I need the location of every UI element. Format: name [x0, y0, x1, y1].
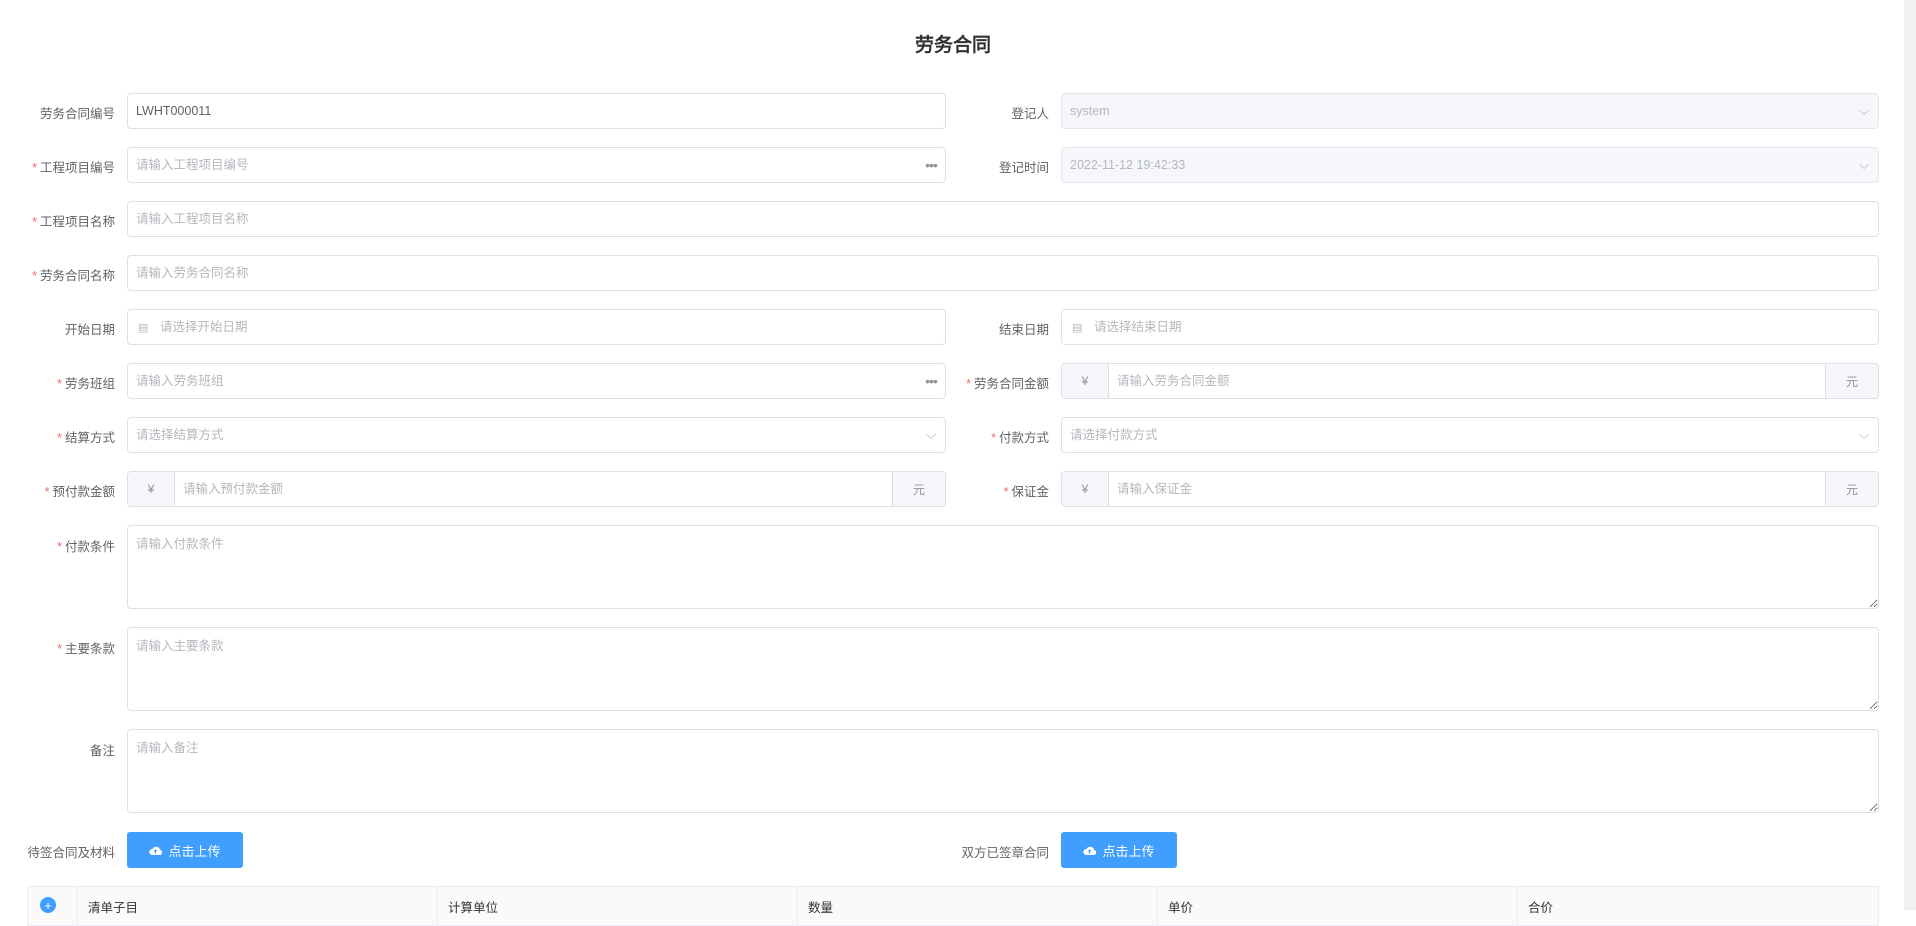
main-terms-textarea[interactable] [127, 627, 1879, 711]
payment-terms-label: * 付款条件 [57, 540, 115, 554]
items-table-header: + 清单子目 计算单位 数量 单价 合价 [27, 886, 1879, 926]
add-row-icon[interactable]: + [40, 897, 56, 913]
start-date-label: 开始日期 [64, 323, 115, 337]
column-header: 计算单位 [438, 887, 798, 925]
team-input[interactable] [128, 364, 917, 398]
project-name-input[interactable] [128, 202, 1878, 236]
page-title: 劳务合同 [914, 35, 991, 56]
currency-prefix: ¥ [128, 472, 175, 506]
contract-no-label: 劳务合同编号 [39, 107, 115, 121]
start-date-input[interactable] [152, 310, 945, 344]
more-icon[interactable]: ••• [917, 373, 945, 389]
signed-contract-label: 双方已签章合同 [961, 846, 1049, 860]
contract-name-label: * 劳务合同名称 [32, 269, 115, 283]
column-header: 清单子目 [78, 887, 438, 925]
add-row-cell: + [28, 887, 78, 925]
vertical-scrollbar[interactable] [1904, 0, 1916, 910]
contract-name-input[interactable] [128, 256, 1878, 290]
register-time-label: 登记时间 [998, 161, 1049, 175]
registrant-select: ⌵ [1061, 93, 1879, 129]
contract-name-field[interactable] [127, 255, 1879, 291]
main-terms-label: * 主要条款 [57, 642, 115, 656]
end-date-label: 结束日期 [998, 323, 1049, 337]
cloud-upload-icon [149, 846, 163, 855]
project-no-label: * 工程项目编号 [32, 161, 115, 175]
contract-no-field[interactable] [127, 93, 946, 129]
prepay-field[interactable]: ¥ 元 [127, 471, 946, 507]
payment-method-select[interactable]: ⌵ [1061, 417, 1879, 453]
register-time-input [1062, 148, 1850, 182]
unit-suffix: 元 [1825, 364, 1878, 398]
column-header: 数量 [798, 887, 1158, 925]
pending-materials-upload-button[interactable]: 点击上传 [127, 832, 243, 868]
project-no-input[interactable] [128, 148, 917, 182]
payment-method-label: * 付款方式 [991, 431, 1049, 445]
remark-label: 备注 [89, 744, 115, 758]
settlement-label: * 结算方式 [57, 431, 115, 445]
registrant-input [1062, 94, 1850, 128]
project-no-field[interactable]: ••• [127, 147, 946, 183]
team-label: * 劳务班组 [57, 377, 115, 391]
remark-textarea[interactable] [127, 729, 1879, 813]
end-date-picker[interactable]: ▤ [1061, 309, 1879, 345]
team-field[interactable]: ••• [127, 363, 946, 399]
settlement-input[interactable] [128, 418, 917, 452]
prepay-input[interactable] [175, 472, 892, 506]
settlement-select[interactable]: ⌵ [127, 417, 946, 453]
more-icon[interactable]: ••• [917, 157, 945, 173]
register-time-select: ⌵ [1061, 147, 1879, 183]
calendar-icon: ▤ [1072, 321, 1083, 334]
contract-no-input[interactable] [128, 94, 945, 128]
amount-field[interactable]: ¥ 元 [1061, 363, 1879, 399]
amount-label: * 劳务合同金额 [966, 377, 1049, 391]
chevron-down-icon: ⌵ [1859, 157, 1869, 172]
amount-input[interactable] [1109, 364, 1825, 398]
deposit-field[interactable]: ¥ 元 [1061, 471, 1879, 507]
currency-prefix: ¥ [1062, 472, 1109, 506]
project-name-field[interactable] [127, 201, 1879, 237]
cloud-upload-icon [1083, 846, 1097, 855]
column-header: 单价 [1158, 887, 1518, 925]
unit-suffix: 元 [1825, 472, 1878, 506]
registrant-label: 登记人 [1011, 107, 1049, 121]
pending-materials-label: 待签合同及材料 [27, 846, 115, 860]
chevron-down-icon: ⌵ [926, 427, 936, 442]
column-header: 合价 [1528, 901, 1554, 915]
chevron-down-icon: ⌵ [1859, 427, 1869, 442]
deposit-input[interactable] [1109, 472, 1825, 506]
signed-contract-upload-button[interactable]: 点击上传 [1061, 832, 1177, 868]
payment-terms-textarea[interactable] [127, 525, 1879, 609]
unit-suffix: 元 [892, 472, 945, 506]
end-date-input[interactable] [1086, 310, 1878, 344]
calendar-icon: ▤ [138, 321, 149, 334]
project-name-label: * 工程项目名称 [32, 215, 115, 229]
payment-method-input[interactable] [1062, 418, 1850, 452]
currency-prefix: ¥ [1062, 364, 1109, 398]
prepay-label: * 预付款金额 [44, 485, 115, 499]
deposit-label: * 保证金 [1003, 485, 1049, 499]
chevron-down-icon: ⌵ [1859, 103, 1869, 118]
start-date-picker[interactable]: ▤ [127, 309, 946, 345]
